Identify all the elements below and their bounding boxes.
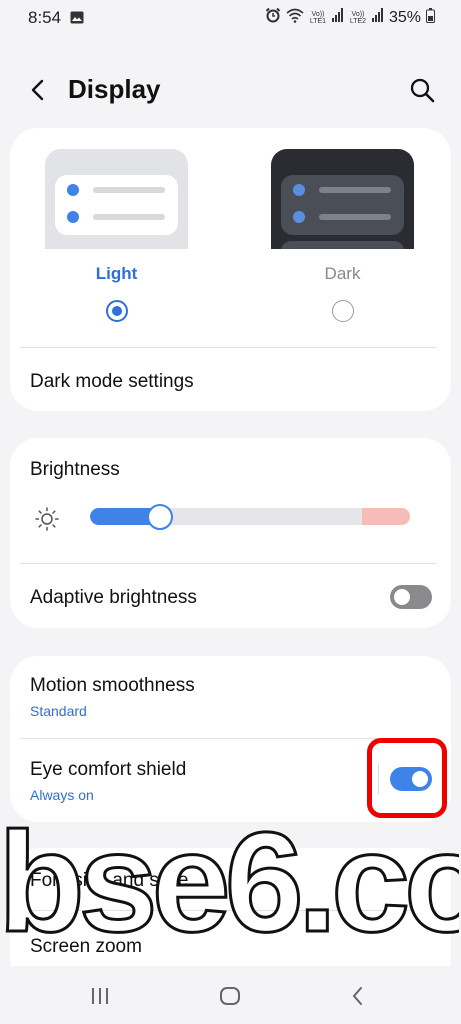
motion-smoothness-item[interactable]: Motion smoothness [30, 675, 195, 697]
dark-preview-panel [281, 175, 404, 235]
motion-smoothness-value: Standard [30, 703, 87, 719]
status-time: 8:54 [28, 8, 62, 27]
back-nav-button[interactable] [346, 984, 370, 1008]
brightness-label: Brightness [30, 459, 120, 480]
eye-comfort-shield-item[interactable]: Eye comfort shield [30, 759, 186, 781]
brightness-extra-range [362, 508, 410, 525]
sun-icon [34, 506, 60, 532]
divider [20, 563, 437, 564]
light-theme-preview[interactable] [45, 149, 188, 249]
dark-theme-preview[interactable] [271, 149, 414, 249]
navigation-bar [0, 966, 461, 1024]
highlight-box [367, 738, 447, 818]
signal-icon-sim1 [331, 8, 344, 27]
recents-button[interactable] [88, 984, 112, 1008]
preview-line [93, 214, 165, 220]
dark-preview-panel-2 [281, 241, 404, 249]
light-theme-radio[interactable] [106, 300, 128, 322]
theme-card: Light Dark Dark mode settings [10, 128, 451, 411]
app-header: Display [0, 60, 461, 120]
adaptive-brightness-label[interactable]: Adaptive brightness [30, 587, 197, 609]
preview-line [93, 187, 165, 193]
battery-percent: 35% [388, 8, 421, 26]
status-icons: Vo)) LTE1 Vo)) LTE2 35% [265, 7, 435, 28]
preview-dot [67, 184, 79, 196]
brightness-slider-thumb[interactable] [147, 504, 174, 530]
sim1-network-label: Vo)) LTE1 [309, 10, 327, 25]
divider [20, 347, 437, 348]
battery-icon [426, 7, 435, 28]
back-nav-icon [352, 987, 362, 1005]
brightness-card: Brightness Adaptive brightness [10, 438, 451, 628]
dark-theme-label[interactable]: Dark [271, 264, 414, 284]
back-arrow-icon [31, 79, 44, 101]
light-theme-label[interactable]: Light [45, 264, 188, 284]
sim2-network-label: Vo)) LTE2 [349, 10, 367, 25]
eye-comfort-shield-value: Always on [30, 787, 94, 803]
light-preview-panel [55, 175, 178, 235]
home-icon [220, 987, 240, 1005]
motion-eye-card: Motion smoothness Standard Eye comfort s… [10, 656, 451, 822]
alarm-icon [265, 7, 281, 28]
search-icon [410, 78, 435, 103]
recents-icon [92, 988, 108, 1004]
status-bar: 8:54 Vo)) LTE1 Vo)) LTE2 35% [0, 0, 461, 36]
back-button[interactable] [26, 77, 52, 103]
wifi-icon [286, 8, 304, 28]
watermark: bse6.com [0, 808, 459, 958]
preview-dot [293, 184, 305, 196]
home-button[interactable] [218, 984, 242, 1008]
signal-icon-sim2 [371, 8, 384, 27]
page-title: Display [68, 74, 161, 104]
preview-dot [67, 211, 79, 223]
dark-mode-settings-item[interactable]: Dark mode settings [30, 371, 194, 393]
preview-dot [293, 211, 305, 223]
preview-line [319, 214, 391, 220]
preview-line [319, 187, 391, 193]
dark-theme-radio[interactable] [332, 300, 354, 322]
brightness-slider[interactable] [90, 508, 410, 525]
gallery-notification-icon [70, 11, 84, 29]
adaptive-brightness-toggle[interactable] [390, 585, 432, 609]
search-button[interactable] [408, 76, 436, 104]
